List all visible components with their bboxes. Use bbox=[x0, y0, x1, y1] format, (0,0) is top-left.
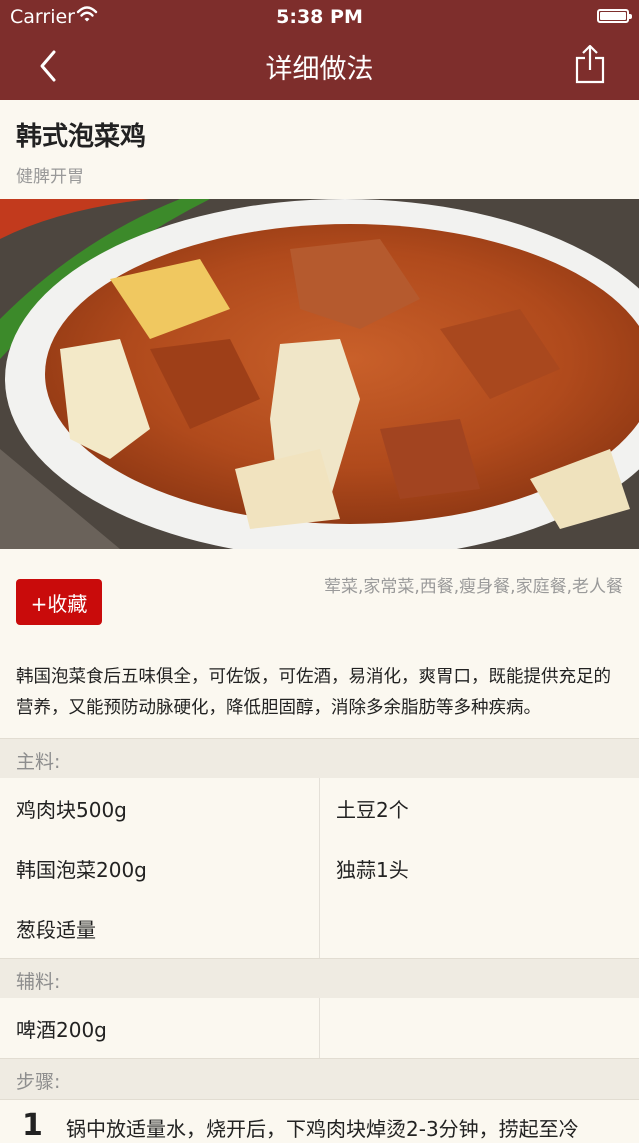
section-label: 步骤: bbox=[16, 1071, 61, 1093]
favorite-button[interactable]: +收藏 bbox=[16, 579, 102, 625]
recipe-tags: 荤菜,家常菜,西餐,瘦身餐,家庭餐,老人餐 bbox=[323, 577, 623, 597]
ingredient-item: 韩国泡菜200g bbox=[16, 857, 147, 882]
ingredient-row: 鸡肉块500g 土豆2个 bbox=[0, 778, 639, 839]
ingredient-item: 葱段适量 bbox=[16, 917, 96, 942]
section-label: 主料: bbox=[16, 751, 61, 773]
ingredient-row: 葱段适量 bbox=[0, 898, 639, 959]
ingredient-item: 独蒜1头 bbox=[336, 857, 409, 882]
status-bar: Carrier 5:38 PM bbox=[0, 0, 639, 34]
battery-icon bbox=[597, 9, 632, 23]
ingredient-row: 韩国泡菜200g 独蒜1头 bbox=[0, 838, 639, 899]
navigation-bar: 详细做法 bbox=[0, 34, 639, 100]
ingredient-row: 啤酒200g bbox=[0, 998, 639, 1059]
share-icon[interactable] bbox=[573, 42, 607, 86]
step-text: 锅中放适量水，烧开后，下鸡肉块焯烫2-3分钟，捞起至冷 bbox=[66, 1117, 579, 1141]
section-label: 辅料: bbox=[16, 971, 61, 993]
ingredient-item: 土豆2个 bbox=[336, 797, 409, 822]
recipe-subtitle: 健脾开胃 bbox=[16, 167, 84, 187]
ingredient-item: 啤酒200g bbox=[16, 1017, 107, 1042]
aux-ingredients-header: 辅料: bbox=[0, 958, 639, 1000]
ingredient-item-empty bbox=[336, 898, 626, 958]
recipe-title: 韩式泡菜鸡 bbox=[16, 122, 147, 152]
recipe-description: 韩国泡菜食后五味俱全，可佐饭，可佐酒，易消化，爽胃口，既能提供充足的营养，又能预… bbox=[16, 667, 611, 718]
steps-header: 步骤: bbox=[0, 1058, 639, 1100]
ingredient-item: 鸡肉块500g bbox=[16, 797, 127, 822]
page-title: 详细做法 bbox=[265, 54, 374, 85]
dish-photo bbox=[0, 199, 639, 549]
ingredient-item-empty bbox=[336, 998, 626, 1058]
clock: 5:38 PM bbox=[276, 6, 363, 28]
main-ingredients-header: 主料: bbox=[0, 738, 639, 780]
recipe-header: 韩式泡菜鸡 健脾开胃 bbox=[0, 100, 639, 199]
step-number: 1 bbox=[22, 1108, 43, 1143]
